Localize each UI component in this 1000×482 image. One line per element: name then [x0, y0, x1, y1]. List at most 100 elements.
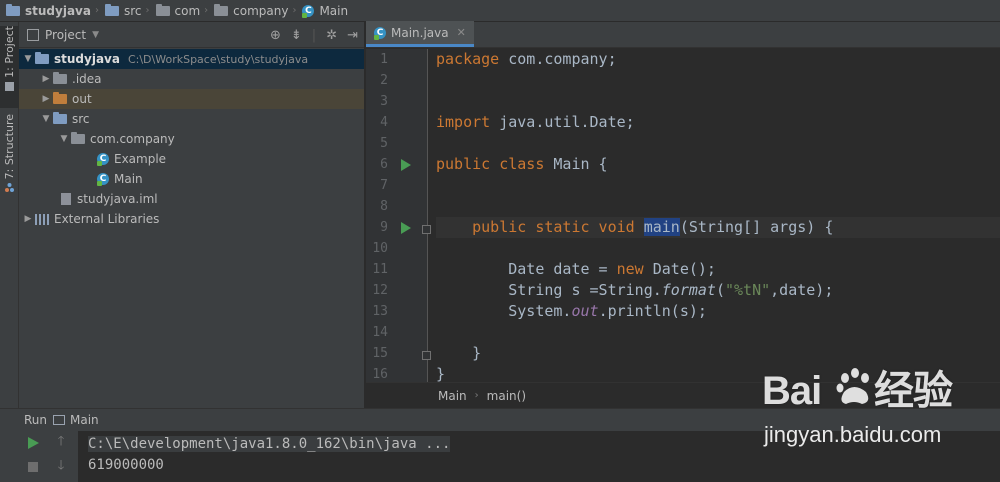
- line-number: 14: [372, 325, 388, 340]
- line-number: 1: [380, 52, 388, 67]
- chevron-right-icon: ›: [204, 5, 209, 16]
- run-panel: Run Main 🡑 🡓 C:\E\development\java1.8.0_…: [0, 408, 1000, 482]
- project-tool-label: 1: Project: [3, 26, 16, 78]
- code-text: }: [436, 365, 446, 382]
- console-command-text[interactable]: C:\E\development\java1.8.0_162\bin\java …: [88, 436, 451, 452]
- scroll-up-button[interactable]: 🡑: [53, 434, 69, 451]
- chevron-right-icon: ›: [292, 5, 297, 16]
- breadcrumb-src[interactable]: src ›: [104, 0, 156, 22]
- line-number: 10: [372, 241, 388, 256]
- code-line-11: Date date = new Date();: [436, 259, 1000, 280]
- project-view-selector[interactable]: Project: [45, 28, 86, 42]
- line-number: 6: [380, 157, 388, 172]
- tree-item-idea[interactable]: ▶ .idea: [19, 69, 364, 89]
- code-lines: package com.company; import java.util.Da…: [436, 49, 1000, 382]
- source-folder-icon: [104, 3, 119, 16]
- tab-main-java[interactable]: C Main.java ✕: [366, 21, 474, 47]
- tree-item-label: studyjava.iml: [77, 192, 158, 206]
- project-tree: ▼ studyjava C:\D\WorkSpace\study\studyja…: [19, 48, 364, 229]
- code-line-9: public static void main(String[] args) {: [436, 217, 1000, 238]
- code-area[interactable]: 1 2 3 4 5 6 7 8 9 10 11 12 13 14 15 16 p…: [366, 49, 1000, 382]
- tree-item-label: out: [72, 92, 92, 106]
- scroll-down-button[interactable]: 🡓: [53, 458, 69, 475]
- line-number: 13: [372, 304, 388, 319]
- rerun-button[interactable]: [25, 435, 41, 451]
- gear-icon[interactable]: ✲: [326, 28, 337, 43]
- breadcrumb-project[interactable]: studyjava ›: [6, 0, 105, 22]
- tree-item-out[interactable]: ▶ out: [19, 89, 364, 109]
- code-text: Date date =: [436, 260, 617, 278]
- highlighted-method-name: main: [643, 218, 680, 236]
- collapse-all-icon[interactable]: ⇟: [291, 28, 302, 43]
- module-folder-icon: [35, 52, 49, 64]
- tree-item-label: src: [72, 112, 90, 126]
- run-config-tab[interactable]: Main: [70, 413, 99, 427]
- expand-arrow-icon[interactable]: ▼: [39, 114, 53, 124]
- breadcrumb-main[interactable]: C Main: [302, 0, 348, 22]
- java-class-icon: C: [302, 4, 315, 18]
- project-folder-icon: [6, 3, 20, 16]
- project-panel: Project ▼ ⊕ ⇟ | ✲ ⇥ ▼ studyjava C:\D\Wor…: [19, 22, 365, 408]
- expand-arrow-icon[interactable]: ▼: [57, 134, 71, 144]
- code-line-1: package com.company;: [436, 49, 1000, 70]
- editor-crumb-class[interactable]: Main: [438, 389, 467, 403]
- code-line-6: public class Main {: [436, 154, 1000, 175]
- editor-crumb-method[interactable]: main(): [487, 389, 526, 403]
- line-number: 2: [380, 73, 388, 88]
- package-folder-icon: [155, 3, 170, 16]
- tree-item-external-libraries[interactable]: ▶ External Libraries: [19, 209, 364, 229]
- expand-arrow-icon[interactable]: ▼: [21, 54, 35, 64]
- code-line-16: }: [436, 364, 1000, 382]
- run-class-icon[interactable]: [401, 159, 411, 171]
- breadcrumb-com-label: com: [174, 3, 201, 18]
- module-file-icon: [61, 193, 71, 205]
- close-icon[interactable]: ✕: [457, 26, 466, 39]
- editor-breadcrumb: Main › main(): [366, 382, 1000, 408]
- fold-icon[interactable]: [422, 351, 431, 360]
- tree-item-label: .idea: [72, 72, 102, 86]
- tree-item-main[interactable]: C Main: [19, 169, 364, 189]
- project-view-icon: [27, 28, 39, 41]
- fold-icon[interactable]: [422, 225, 431, 234]
- arrow-down-icon: 🡓: [57, 458, 65, 473]
- editor-tab-bar: C Main.java ✕: [366, 21, 1000, 48]
- tree-item-studyjava[interactable]: ▼ studyjava C:\D\WorkSpace\study\studyja…: [19, 49, 364, 69]
- tab-project-tool[interactable]: 1: Project: [0, 26, 19, 108]
- code-text: (String[] args) {: [679, 218, 834, 236]
- line-number-gutter: 1 2 3 4 5 6 7 8 9 10 11 12 13 14 15 16: [366, 49, 431, 382]
- tree-item-src[interactable]: ▼ src: [19, 109, 364, 129]
- hide-panel-icon[interactable]: ⇥: [347, 28, 358, 43]
- sync-icon[interactable]: ⊕: [270, 28, 281, 43]
- collapse-arrow-icon[interactable]: ▶: [39, 74, 53, 84]
- tab-structure-tool[interactable]: 7: Structure: [0, 114, 19, 196]
- collapse-arrow-icon[interactable]: ▶: [39, 94, 53, 104]
- keyword: import: [436, 113, 491, 131]
- tree-item-label: com.company: [90, 132, 175, 146]
- static-method: format: [661, 281, 716, 299]
- tree-item-com-company[interactable]: ▼ com.company: [19, 129, 364, 149]
- project-tool-icon: [5, 81, 14, 91]
- stop-button[interactable]: [25, 459, 41, 475]
- console-output[interactable]: C:\E\development\java1.8.0_162\bin\java …: [78, 431, 1000, 482]
- code-text: java.util.Date;: [490, 113, 635, 131]
- chevron-down-icon[interactable]: ▼: [92, 30, 99, 40]
- java-class-icon: C: [97, 173, 109, 186]
- tree-item-example[interactable]: C Example: [19, 149, 364, 169]
- run-method-icon[interactable]: [401, 222, 411, 234]
- breadcrumb-com[interactable]: com ›: [155, 0, 215, 22]
- code-text: }: [436, 344, 482, 362]
- tree-item-iml[interactable]: studyjava.iml: [19, 189, 364, 209]
- breadcrumb-company[interactable]: company ›: [214, 0, 302, 22]
- structure-tool-icon: [5, 183, 14, 193]
- collapse-arrow-icon[interactable]: ▶: [21, 214, 35, 224]
- project-panel-header: Project ▼ ⊕ ⇟ | ✲ ⇥: [19, 22, 364, 48]
- project-panel-tools: ⊕ ⇟ | ✲ ⇥: [270, 22, 358, 48]
- code-text: String s =String.: [436, 281, 662, 299]
- run-panel-header: Run Main: [0, 409, 1000, 431]
- code-text: .println(s);: [598, 302, 707, 320]
- code-text: (: [715, 281, 725, 299]
